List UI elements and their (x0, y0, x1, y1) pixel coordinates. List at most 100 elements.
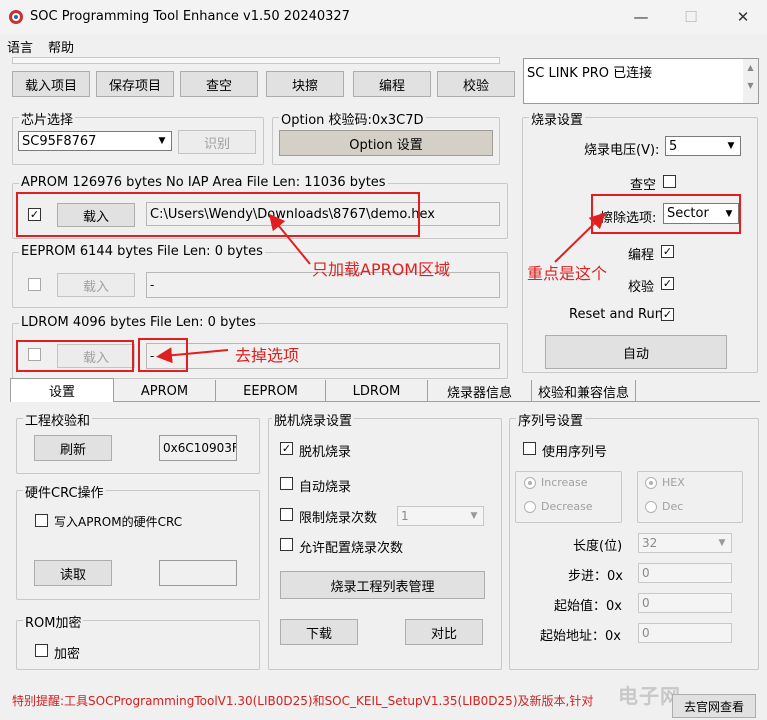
limit-count-select[interactable]: 1 ▼ (397, 506, 484, 526)
limit-count-label: 限制烧录次数 (299, 511, 378, 526)
option-label: Option 校验码:0x3C7D (279, 109, 426, 128)
chip-model-select[interactable]: SC95F8767 ▼ (18, 131, 172, 151)
maximize-icon[interactable]: ☐ (676, 5, 706, 29)
length-label: 长度(位) (573, 539, 623, 554)
hex-label: HEX (662, 476, 685, 489)
ldrom-label: LDROM 4096 bytes File Len: 0 bytes (19, 315, 258, 330)
voltage-label: 烧录电压(V): (584, 143, 660, 158)
annotation-box-ldrom-path (138, 338, 188, 372)
reset-run-checkbox[interactable]: ✓ (661, 308, 674, 321)
blank-check-button[interactable]: 查空 (180, 71, 258, 97)
option-settings-button[interactable]: Option 设置 (279, 130, 493, 156)
hw-crc-label: 硬件CRC操作 (23, 482, 106, 501)
refresh-button[interactable]: 刷新 (34, 435, 112, 461)
length-select[interactable]: 32 ▼ (638, 533, 732, 553)
reset-run-label: Reset and Run (569, 307, 663, 322)
checksum-value: 0x6C10903F (159, 435, 237, 461)
limit-count-value: 1 (401, 509, 409, 523)
decrease-label: Decrease (541, 500, 593, 513)
crc-value (159, 560, 237, 586)
increase-radio[interactable] (524, 477, 536, 489)
identify-button[interactable]: 识别 (178, 130, 256, 154)
window-title: SOC Programming Tool Enhance v1.50 20240… (30, 9, 350, 24)
project-list-button[interactable]: 烧录工程列表管理 (280, 571, 485, 599)
eeprom-label: EEPROM 6144 bytes File Len: 0 bytes (19, 244, 265, 259)
increase-label: Increase (541, 476, 588, 489)
voltage-value: 5 (669, 138, 678, 154)
limit-count-checkbox[interactable] (280, 508, 293, 521)
encrypt-checkbox[interactable] (35, 644, 48, 657)
auto-button[interactable]: 自动 (545, 335, 727, 369)
tab-checksum-compat[interactable]: 校验和兼容信息 (532, 380, 636, 402)
annotation-box-erase (591, 194, 741, 234)
progress-bar (12, 57, 500, 64)
allow-config-checkbox[interactable] (280, 538, 293, 551)
start-address-label: 起始地址：0x (540, 629, 621, 644)
start-value-label: 起始值：0x (554, 599, 622, 614)
write-crc-checkbox[interactable] (35, 514, 48, 527)
annotation-only-aprom: 只加载APROM区域 (312, 260, 451, 279)
offline-label: 脱机烧录设置 (272, 410, 355, 429)
save-project-button[interactable]: 保存项目 (96, 71, 174, 97)
program-checkbox[interactable]: ✓ (661, 245, 674, 258)
start-value-input[interactable]: 0 (638, 593, 732, 613)
menu-help[interactable]: 帮助 (48, 37, 74, 56)
step-label: 步进：0x (568, 569, 623, 584)
minimize-icon[interactable]: — (626, 5, 656, 29)
step-input[interactable]: 0 (638, 563, 732, 583)
annotation-box-aprom (16, 192, 420, 237)
official-site-button[interactable]: 去官网查看 (672, 694, 756, 718)
blank-check-checkbox[interactable] (663, 175, 676, 188)
offline-burn-checkbox[interactable]: ✓ (280, 442, 293, 455)
compare-button[interactable]: 对比 (405, 619, 483, 645)
connection-status: SC LINK PRO 已连接 (523, 58, 759, 104)
encrypt-label: 加密 (54, 647, 81, 662)
tab-aprom[interactable]: APROM (114, 380, 216, 402)
write-crc-label: 写入APROM的硬件CRC (54, 515, 183, 529)
block-erase-button[interactable]: 块擦 (266, 71, 344, 97)
decrease-radio[interactable] (524, 501, 536, 513)
chip-select-label: 芯片选择 (19, 109, 76, 128)
voltage-select[interactable]: 5 ▼ (665, 136, 741, 156)
load-project-button[interactable]: 载入项目 (12, 71, 90, 97)
dec-radio[interactable] (645, 501, 657, 513)
program-button[interactable]: 编程 (353, 71, 431, 97)
auto-burn-checkbox[interactable] (280, 477, 293, 490)
download-button[interactable]: 下载 (280, 619, 358, 645)
ldrom-file-path: - (146, 343, 500, 369)
program-label: 编程 (628, 248, 655, 263)
blank-check-label: 查空 (630, 178, 657, 193)
chevron-down-icon: ▼ (723, 138, 739, 154)
verify-button[interactable]: 校验 (437, 71, 515, 97)
length-value: 32 (642, 536, 658, 550)
tab-settings[interactable]: 设置 (10, 378, 114, 402)
dec-label: Dec (662, 500, 684, 513)
aprom-label: APROM 126976 bytes No IAP Area File Len:… (19, 175, 388, 190)
close-icon[interactable]: ✕ (728, 5, 758, 29)
verify-checkbox[interactable]: ✓ (661, 277, 674, 290)
chip-model-value: SC95F8767 (22, 133, 97, 149)
start-address-input[interactable]: 0 (638, 623, 732, 643)
tab-programmer-info[interactable]: 烧录器信息 (428, 380, 532, 402)
rom-encrypt-label: ROM加密 (23, 612, 84, 631)
annotation-box-ldrom (16, 340, 134, 372)
eeprom-checkbox[interactable] (28, 278, 41, 291)
use-serial-checkbox[interactable] (523, 442, 536, 455)
read-button[interactable]: 读取 (34, 560, 112, 586)
annotation-remove-option: 去掉选项 (235, 346, 300, 365)
tab-ldrom[interactable]: LDROM (326, 380, 428, 402)
notice-text: 特别提醒:工具SOCProgrammingToolV1.30(LIB0D25)和… (12, 694, 594, 708)
burn-settings-label: 烧录设置 (529, 109, 586, 128)
tab-eeprom[interactable]: EEPROM (216, 380, 326, 402)
menu-language[interactable]: 语言 (7, 37, 33, 56)
chevron-down-icon: ▼ (714, 535, 730, 551)
checksum-label: 工程校验和 (23, 410, 93, 429)
menu-bar (0, 34, 767, 56)
use-serial-label: 使用序列号 (542, 445, 608, 460)
eeprom-load-button[interactable]: 载入 (57, 273, 135, 297)
hex-radio[interactable] (645, 477, 657, 489)
serial-label: 序列号设置 (516, 410, 586, 429)
offline-burn-label: 脱机烧录 (299, 445, 352, 460)
chevron-down-icon: ▼ (466, 508, 482, 524)
status-scrollbar[interactable]: ▲ ▼ (743, 59, 758, 103)
